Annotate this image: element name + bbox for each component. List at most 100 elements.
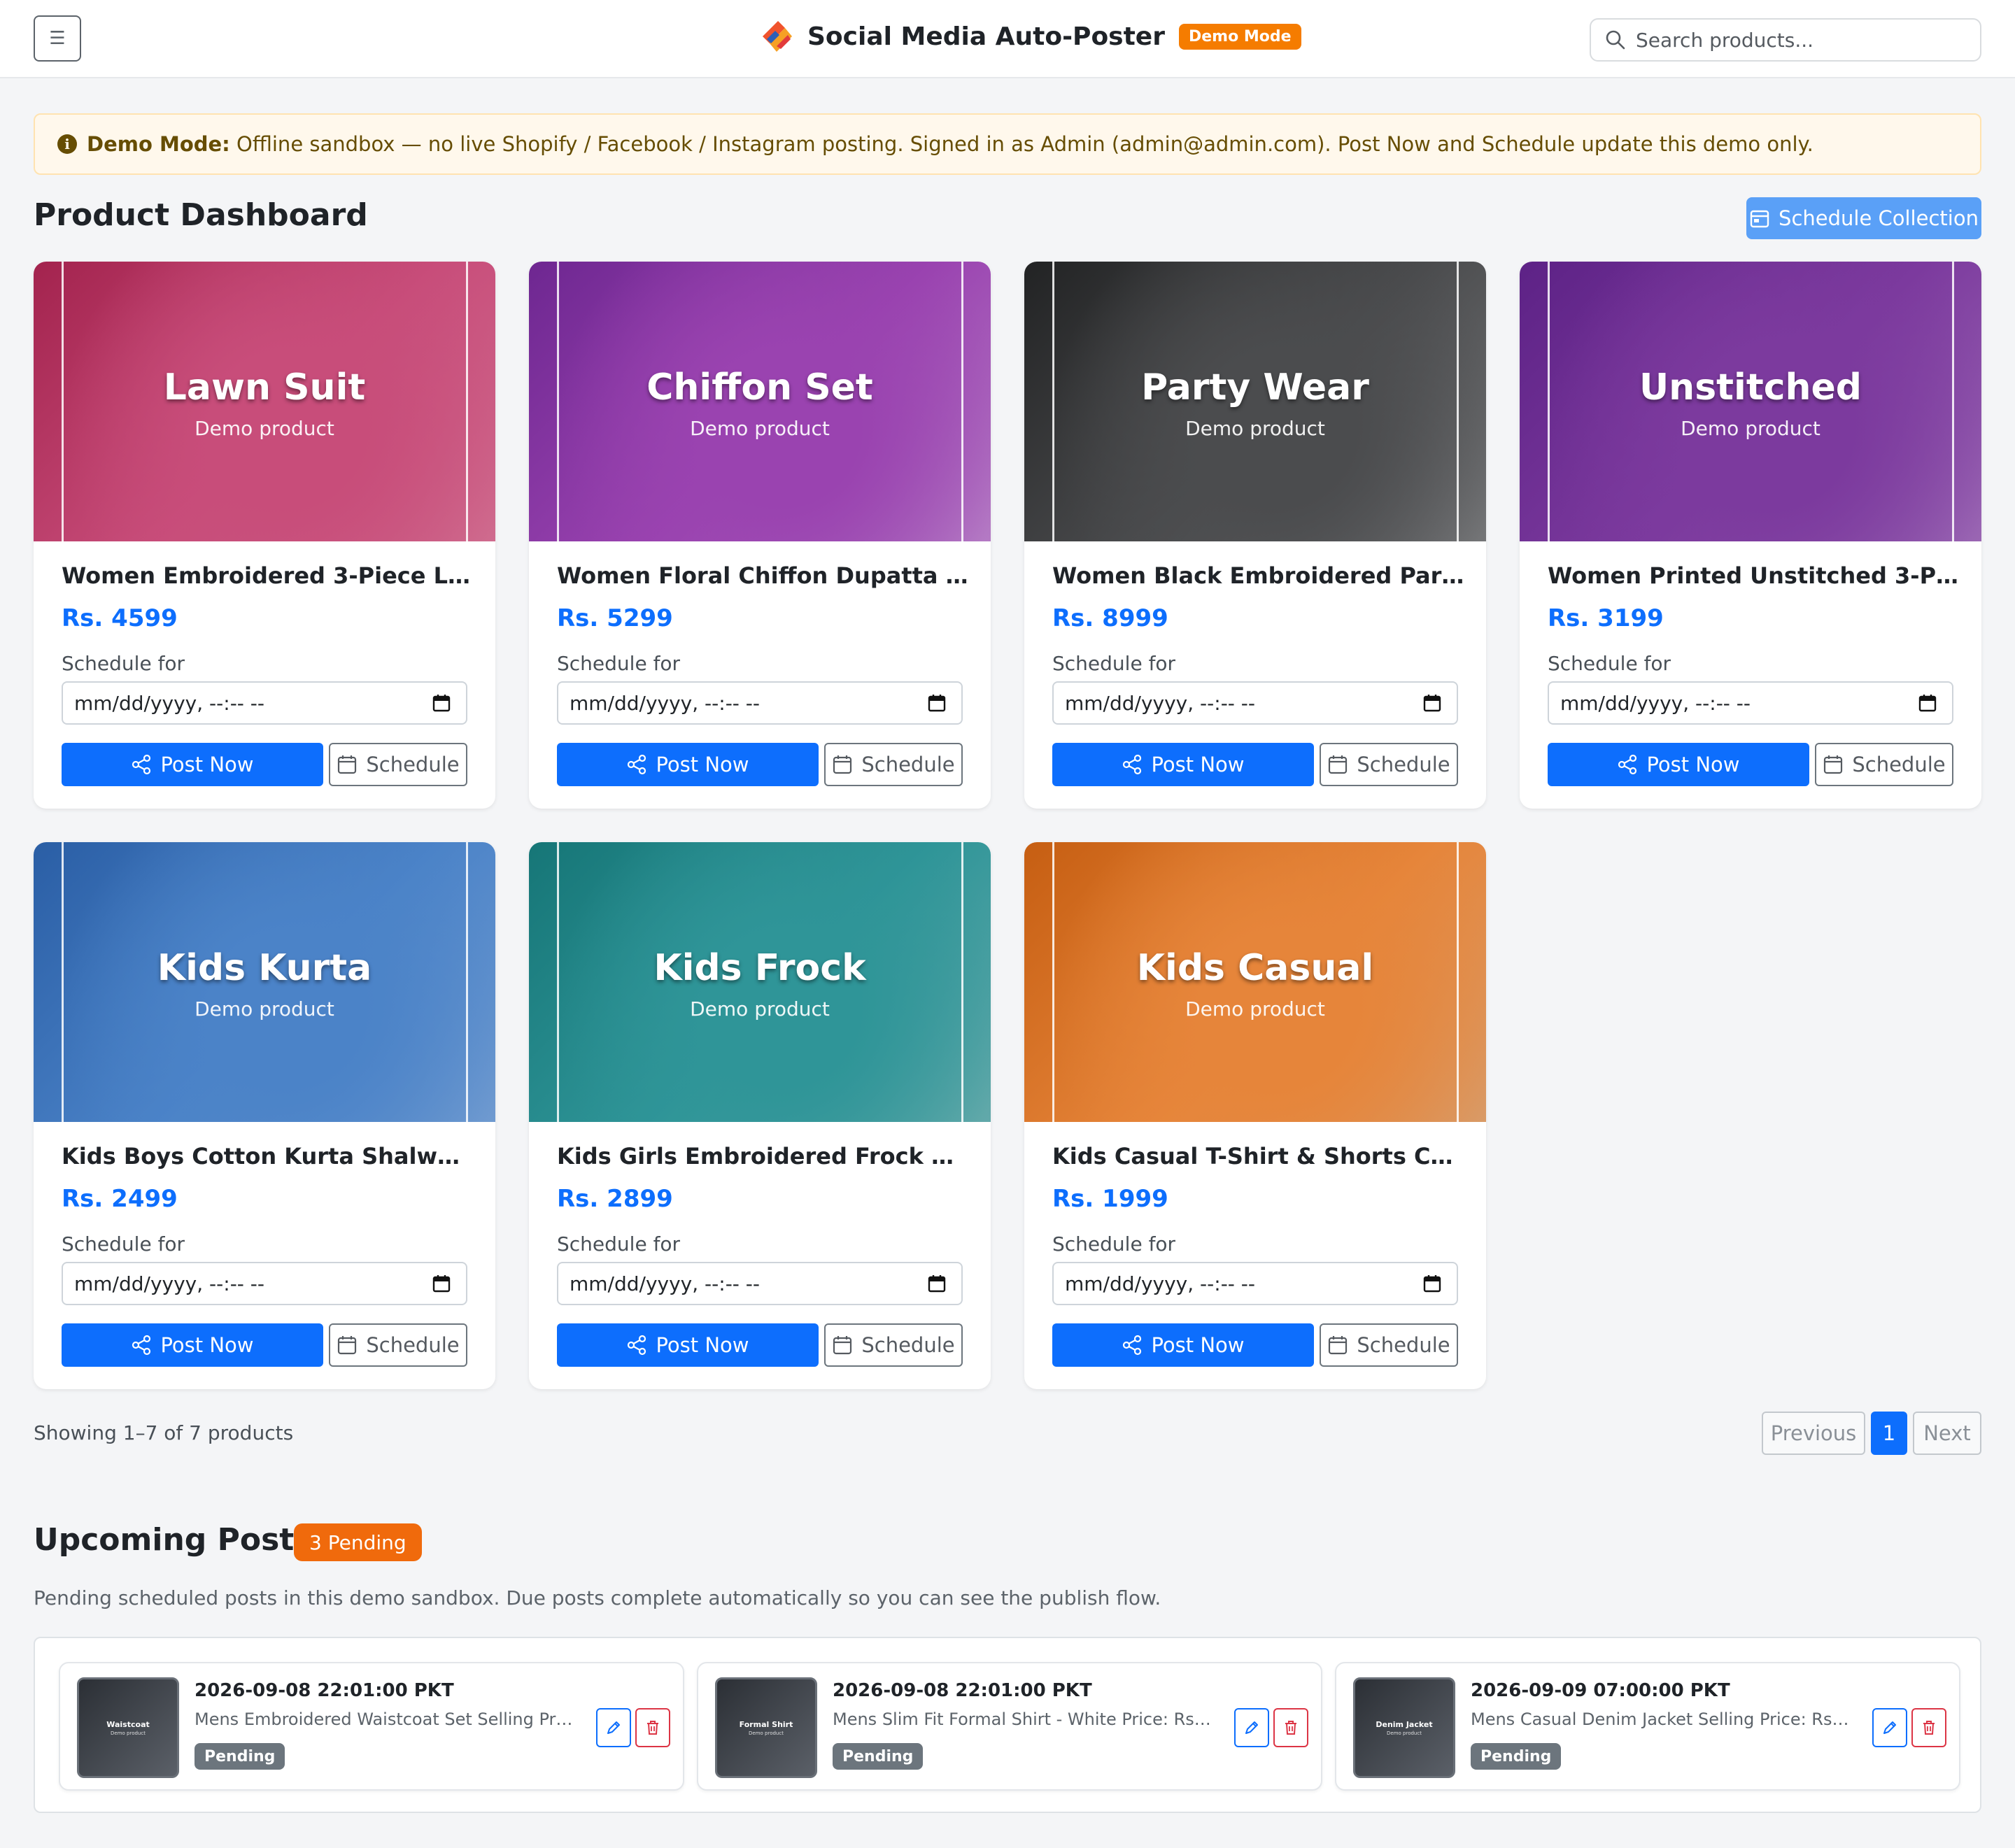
status-badge: Pending	[833, 1743, 924, 1770]
delete-post-button[interactable]	[1273, 1708, 1308, 1747]
post-now-label: Post Now	[1151, 1333, 1245, 1357]
product-price: Rs. 2899	[557, 1185, 673, 1213]
calendar-picker-icon[interactable]	[928, 1274, 946, 1293]
product-banner-subtitle: Demo product	[1185, 997, 1325, 1021]
calendar-picker-icon[interactable]	[1423, 1274, 1441, 1293]
post-scheduled-time: 2026-09-08 22:01:00 PKT	[195, 1680, 454, 1701]
post-now-label: Post Now	[656, 753, 749, 776]
schedule-button[interactable]: Schedule	[824, 743, 963, 786]
post-now-button[interactable]: Post Now	[557, 743, 819, 786]
schedule-datetime-input[interactable]: mm/dd/yyyy, --:-- --	[62, 1262, 467, 1305]
product-card: Chiffon Set Demo product Women Floral Chif…	[529, 262, 991, 809]
schedule-collection-button[interactable]: Schedule Collection	[1746, 197, 1981, 239]
delete-post-button[interactable]	[635, 1708, 670, 1747]
post-caption: Mens Casual Denim Jacket Selling Price: …	[1471, 1710, 1853, 1729]
product-banner-title: Lawn Suit	[163, 367, 366, 408]
product-card: Kids Frock Demo product Kids Girls Embroid…	[529, 842, 991, 1389]
search-input[interactable]	[1636, 28, 1958, 52]
product-price: Rs. 8999	[1052, 604, 1168, 632]
product-banner-title: Kids Frock	[653, 947, 866, 989]
schedule-datetime-input[interactable]: mm/dd/yyyy, --:-- --	[62, 681, 467, 725]
post-now-button[interactable]: Post Now	[62, 743, 323, 786]
pagination-page-1[interactable]: 1	[1871, 1412, 1907, 1455]
calendar-picker-icon[interactable]	[432, 1274, 451, 1293]
brand: Social Media Auto-Poster Demo Mode	[757, 17, 1301, 56]
schedule-datetime-input[interactable]: mm/dd/yyyy, --:-- --	[1548, 681, 1953, 725]
pagination-next[interactable]: Next	[1913, 1412, 1981, 1455]
edit-post-button[interactable]	[1872, 1708, 1907, 1747]
search-box[interactable]	[1590, 18, 1981, 62]
product-price: Rs. 1999	[1052, 1185, 1168, 1213]
calendar-icon	[1329, 755, 1348, 774]
product-price: Rs. 4599	[62, 604, 178, 632]
product-banner-title: Kids Casual	[1136, 947, 1374, 989]
product-card: Party Wear Demo product Women Black Embroi…	[1024, 262, 1486, 809]
schedule-button[interactable]: Schedule	[1815, 743, 1953, 786]
datetime-placeholder: mm/dd/yyyy, --:-- --	[1065, 691, 1256, 715]
calendar-icon	[1750, 210, 1769, 228]
calendar-picker-icon[interactable]	[1423, 694, 1441, 712]
pagination-previous[interactable]: Previous	[1762, 1412, 1865, 1455]
schedule-for-label: Schedule for	[62, 652, 185, 675]
pencil-icon	[1245, 1721, 1258, 1734]
alert-message: Demo Mode: Offline sandbox — no live Sho…	[87, 132, 1814, 156]
scheduled-post-card: Waistcoat Demo product 2026-09-08 22:01:00…	[59, 1662, 684, 1791]
product-image: Chiffon Set Demo product	[529, 262, 991, 541]
schedule-datetime-input[interactable]: mm/dd/yyyy, --:-- --	[1052, 681, 1458, 725]
schedule-button[interactable]: Schedule	[1320, 743, 1458, 786]
product-banner-title: Party Wear	[1141, 367, 1369, 408]
share-icon	[132, 754, 151, 775]
post-now-button[interactable]: Post Now	[1052, 1323, 1314, 1367]
schedule-datetime-input[interactable]: mm/dd/yyyy, --:-- --	[557, 1262, 963, 1305]
delete-post-button[interactable]	[1911, 1708, 1946, 1747]
schedule-button[interactable]: Schedule	[329, 1323, 467, 1367]
schedule-button[interactable]: Schedule	[329, 743, 467, 786]
schedule-label: Schedule	[366, 1333, 460, 1357]
product-image: Kids Casual Demo product	[1024, 842, 1486, 1122]
trash-icon	[1285, 1721, 1296, 1735]
edit-post-button[interactable]	[596, 1708, 631, 1747]
calendar-icon	[1824, 755, 1843, 774]
status-badge: Pending	[195, 1743, 285, 1770]
demo-mode-badge: Demo Mode	[1178, 23, 1301, 50]
product-image: Lawn Suit Demo product	[34, 262, 495, 541]
product-image: Unstitched Demo product	[1520, 262, 1981, 541]
post-now-button[interactable]: Post Now	[62, 1323, 323, 1367]
share-icon	[1618, 754, 1637, 775]
post-now-button[interactable]: Post Now	[1052, 743, 1314, 786]
schedule-datetime-input[interactable]: mm/dd/yyyy, --:-- --	[557, 681, 963, 725]
post-thumbnail: Formal Shirt Demo product	[715, 1677, 817, 1778]
calendar-picker-icon[interactable]	[928, 694, 946, 712]
product-price: Rs. 5299	[557, 604, 673, 632]
post-scheduled-time: 2026-09-08 22:01:00 PKT	[833, 1680, 1092, 1701]
thumbnail-subtitle: Demo product	[749, 1730, 784, 1736]
pending-count-badge: 3 Pending	[294, 1523, 422, 1561]
product-image: Kids Kurta Demo product	[34, 842, 495, 1122]
pencil-icon	[1883, 1721, 1896, 1734]
results-count: Showing 1–7 of 7 products	[34, 1421, 294, 1444]
schedule-datetime-input[interactable]: mm/dd/yyyy, --:-- --	[1052, 1262, 1458, 1305]
datetime-placeholder: mm/dd/yyyy, --:-- --	[74, 691, 265, 715]
share-icon	[628, 1335, 646, 1356]
upcoming-posts-description: Pending scheduled posts in this demo san…	[34, 1586, 1161, 1609]
schedule-button[interactable]: Schedule	[824, 1323, 963, 1367]
datetime-placeholder: mm/dd/yyyy, --:-- --	[74, 1272, 265, 1295]
schedule-button[interactable]: Schedule	[1320, 1323, 1458, 1367]
calendar-picker-icon[interactable]	[432, 694, 451, 712]
post-caption: Mens Embroidered Waistcoat Set Selling P…	[195, 1710, 577, 1729]
edit-post-button[interactable]	[1234, 1708, 1269, 1747]
hamburger-icon: ☰	[49, 28, 66, 49]
post-now-button[interactable]: Post Now	[557, 1323, 819, 1367]
schedule-for-label: Schedule for	[1052, 652, 1176, 675]
thumbnail-title: Formal Shirt	[739, 1719, 793, 1729]
calendar-picker-icon[interactable]	[1918, 694, 1937, 712]
product-image: Party Wear Demo product	[1024, 262, 1486, 541]
thumbnail-title: Denim Jacket	[1376, 1719, 1433, 1729]
upcoming-posts-panel: Waistcoat Demo product 2026-09-08 22:01:00…	[34, 1637, 1981, 1813]
post-thumbnail: Waistcoat Demo product	[77, 1677, 179, 1778]
post-now-button[interactable]: Post Now	[1548, 743, 1809, 786]
schedule-label: Schedule	[1357, 753, 1450, 776]
menu-toggle-button[interactable]: ☰	[34, 15, 81, 62]
post-now-label: Post Now	[1151, 753, 1245, 776]
post-now-label: Post Now	[160, 753, 254, 776]
